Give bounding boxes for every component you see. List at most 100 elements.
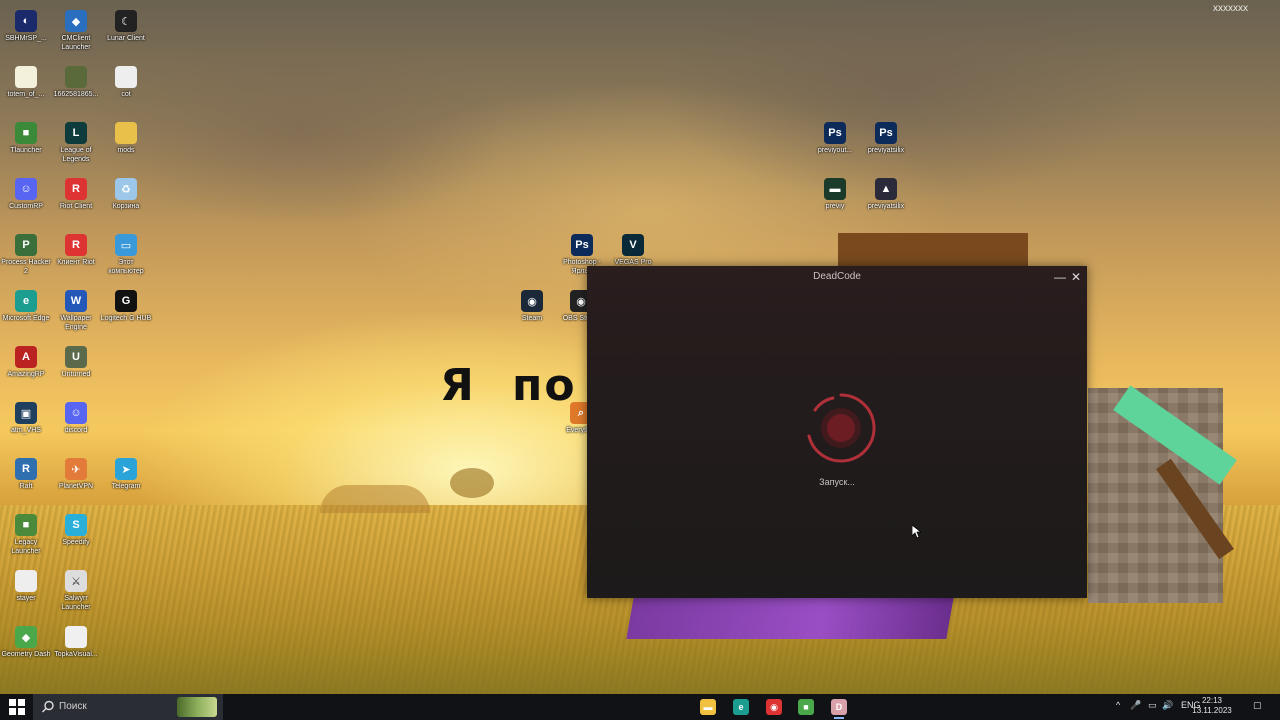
desktop-icon[interactable]: G Logitech G HUB	[100, 286, 152, 323]
desktop-icon[interactable]: ■ Tlauncher	[0, 118, 52, 155]
deadcode-window: DeadCode — ✕ Запуск...	[587, 266, 1087, 598]
spinner-inner	[827, 414, 855, 442]
desktop-icon[interactable]: A AmazingRP	[0, 342, 52, 379]
desktop-icon-label: League of Legends	[60, 147, 92, 163]
wallpaper-hill	[320, 485, 430, 513]
desktop-icon[interactable]: TopkaVisual...	[50, 622, 102, 659]
desktop-app-icon: ◆	[65, 10, 87, 32]
volume-icon[interactable]: 🔊	[1162, 700, 1173, 711]
taskbar-app-minecraft[interactable]: ■	[795, 697, 817, 717]
file-explorer-icon: ▬	[700, 699, 716, 715]
desktop-icon-label: Tlauncher	[10, 147, 42, 154]
taskbar-app-deadcode[interactable]: D	[828, 697, 850, 719]
desktop-icon[interactable]: ♻ Корзина	[100, 174, 152, 211]
desktop-icon-label: Telegram	[111, 483, 141, 490]
desktop-app-icon: ◉	[521, 290, 543, 312]
desktop-app-icon: U	[65, 346, 87, 368]
desktop-icon[interactable]: R Raft	[0, 454, 52, 491]
desktop-app-icon: ☺	[65, 402, 87, 424]
desktop-icon[interactable]: stayer	[0, 566, 52, 603]
wallpaper-tree	[450, 468, 494, 498]
desktop-icon[interactable]: ☺ discord	[50, 398, 102, 435]
minimize-button[interactable]: —	[1053, 270, 1067, 284]
desktop-app-icon: A	[15, 346, 37, 368]
desktop-icon[interactable]: ◐ SBHMrSP_...	[0, 6, 52, 43]
windows-start-icon[interactable]	[8, 698, 26, 716]
desktop-app-icon: ▣	[15, 402, 37, 424]
desktop-icon-label: Unturned	[61, 371, 91, 378]
desktop-icon[interactable]: ◆ CMClient Launcher	[50, 6, 102, 52]
desktop-icon-label: Logitech G HUB	[100, 315, 152, 322]
desktop-app-icon: R	[65, 234, 87, 256]
desktop-icon[interactable]: 1662581865...	[50, 62, 102, 99]
desktop-icon[interactable]: R Riot Client	[50, 174, 102, 211]
taskbar-clock[interactable]: 22:13 13.11.2023	[1186, 696, 1238, 716]
desktop-icon[interactable]: R Клиент Riot	[50, 230, 102, 267]
desktop-icon-label: Legacy Launcher	[11, 539, 41, 555]
network-icon[interactable]: ▭	[1148, 700, 1157, 711]
desktop-icon[interactable]: P Process Hacker 2	[0, 230, 52, 276]
desktop-icon[interactable]: cot	[100, 62, 152, 99]
desktop-icon[interactable]: ➤ Telegram	[100, 454, 152, 491]
watermark: xxxxxxx	[1213, 3, 1248, 14]
desktop-icon[interactable]: ■ Legacy Launcher	[0, 510, 52, 556]
window-titlebar[interactable]: DeadCode — ✕	[587, 266, 1087, 288]
desktop-app-icon: Ps	[875, 122, 897, 144]
desktop-icon[interactable]: L League of Legends	[50, 118, 102, 164]
taskbar-app-file-explorer[interactable]: ▬	[697, 697, 719, 717]
desktop-icon-label: previyout...	[817, 147, 853, 154]
spinner-arc-small	[813, 396, 835, 412]
desktop-icon[interactable]: ✈ PlanetVPN	[50, 454, 102, 491]
clock-date: 13.11.2023	[1192, 706, 1232, 715]
desktop-app-icon: W	[65, 290, 87, 312]
desktop-icon-label: cot	[121, 91, 131, 98]
desktop-icon-label: TopkaVisual...	[54, 651, 98, 658]
desktop-icon-label: Steam	[521, 315, 543, 322]
desktop-icon[interactable]: Ps previyatsilix	[860, 118, 912, 155]
desktop-icon[interactable]: ▭ Этот компьютер	[100, 230, 152, 276]
desktop-icon-label: atm_VHS	[11, 427, 41, 434]
wallpaper-text-1: Я	[440, 360, 476, 411]
desktop-icon-label: Speedify	[62, 539, 90, 546]
desktop-icon[interactable]: ▣ atm_VHS	[0, 398, 52, 435]
microphone-icon[interactable]: 🎤	[1130, 700, 1141, 711]
desktop-icon-label: Process Hacker 2	[1, 259, 51, 275]
desktop-icon[interactable]: ▬ previy	[809, 174, 861, 211]
desktop-icon-label: Geometry Dash	[1, 651, 51, 658]
desktop-icon-label: Riot Client	[59, 203, 93, 210]
tray-chevron-icon[interactable]: ^	[1116, 700, 1120, 710]
desktop-icon-label: Microsoft Edge	[2, 315, 50, 322]
taskbar-search-box[interactable]: Поиск	[33, 694, 223, 720]
desktop-app-icon: R	[15, 458, 37, 480]
desktop-icon[interactable]: totem_of_...	[0, 62, 52, 99]
desktop-icon-label: mods	[117, 147, 135, 154]
desktop-icon[interactable]: ◆ Geometry Dash	[0, 622, 52, 659]
desktop-app-icon: ■	[15, 514, 37, 536]
desktop-app-icon	[15, 570, 37, 592]
desktop-icon[interactable]: ⚔ Salwyrr Launcher	[50, 566, 102, 612]
desktop-icon[interactable]: S Speedify	[50, 510, 102, 547]
desktop-icon-label: Корзина	[112, 203, 140, 210]
desktop-app-icon: ♻	[115, 178, 137, 200]
desktop-icon[interactable]: W Wallpaper Engine	[50, 286, 102, 332]
notification-icon[interactable]: ▢	[1253, 700, 1262, 711]
desktop-icon[interactable]: U Unturned	[50, 342, 102, 379]
desktop-icon[interactable]: V VEGAS Pro	[607, 230, 659, 267]
desktop-icon-label: CMClient Launcher	[61, 35, 91, 51]
close-button[interactable]: ✕	[1069, 270, 1083, 284]
desktop-icon[interactable]: ☺ CustomRP	[0, 174, 52, 211]
desktop-app-icon: ▭	[115, 234, 137, 256]
desktop-icon[interactable]: e Microsoft Edge	[0, 286, 52, 323]
taskbar-app-edge[interactable]: e	[730, 697, 752, 717]
desktop-app-icon: ◐	[15, 10, 37, 32]
desktop-icon[interactable]: mods	[100, 118, 152, 155]
desktop-app-icon: ✈	[65, 458, 87, 480]
desktop-icon[interactable]: ◉ Steam	[506, 286, 558, 323]
desktop-app-icon: ▲	[875, 178, 897, 200]
desktop-icon[interactable]: Ps previyout...	[809, 118, 861, 155]
taskbar-app-chrome-like[interactable]: ◉	[763, 697, 785, 717]
desktop-icon[interactable]: ▲ previyatsilix	[860, 174, 912, 211]
desktop-icon-label: previy	[825, 203, 845, 210]
desktop-icon[interactable]: ☾ Lunar Client	[100, 6, 152, 43]
search-icon	[42, 700, 54, 713]
